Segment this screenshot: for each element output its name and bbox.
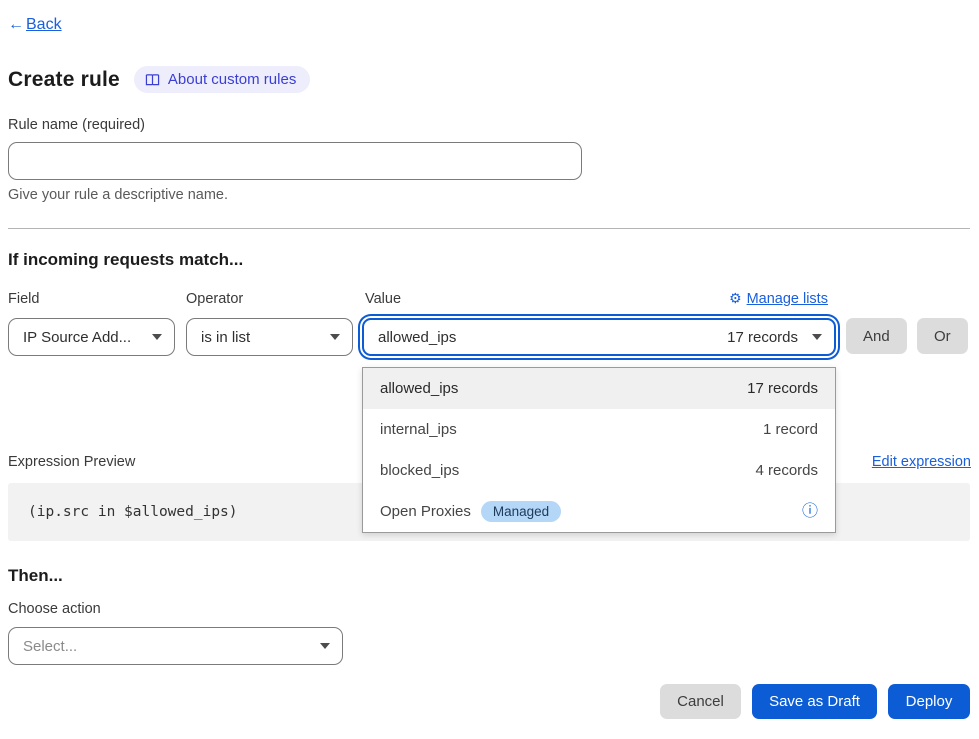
caret-down-icon [320,643,330,649]
field-select-value: IP Source Add... [23,329,131,346]
caret-down-icon [152,334,162,340]
caret-down-icon [330,334,340,340]
and-button[interactable]: And [846,318,907,354]
value-dropdown-panel: allowed_ips 17 records internal_ips 1 re… [362,367,836,533]
value-select-selected: allowed_ips [378,329,456,346]
back-link[interactable]: ←Back [8,16,62,34]
page-title: Create rule [8,68,120,92]
caret-down-icon [812,334,822,340]
or-button[interactable]: Or [917,318,968,354]
rule-name-helper-text: Give your rule a descriptive name. [8,187,228,203]
list-item-name: allowed_ips [380,380,458,397]
value-column-label: Value [365,291,401,307]
list-item-records: 17 records [747,380,818,397]
then-section-heading: Then... [8,566,63,586]
back-arrow-icon: ← [8,16,24,34]
rule-name-input[interactable] [8,142,582,180]
cancel-button[interactable]: Cancel [660,684,741,719]
list-item-records: 1 record [763,421,818,438]
section-divider [8,228,970,229]
title-row: Create rule About custom rules [8,66,310,93]
choose-action-label: Choose action [8,601,101,617]
expression-preview-label: Expression Preview [8,454,135,470]
about-custom-rules-link[interactable]: About custom rules [134,66,310,93]
list-item-open-proxies[interactable]: Open Proxies Managed ⓘ [363,491,835,532]
action-select-placeholder: Select... [23,638,77,655]
back-link-label: Back [26,16,62,34]
managed-badge: Managed [481,501,561,522]
info-icon[interactable]: ⓘ [802,504,818,520]
expression-code: (ip.src in $allowed_ips) [28,504,238,520]
list-item-name: blocked_ips [380,462,459,479]
gear-icon: ⚙ [729,290,742,307]
match-section-heading: If incoming requests match... [8,250,243,270]
value-select-record-count: 17 records [727,329,798,346]
value-select[interactable]: allowed_ips 17 records [362,318,836,356]
field-column-label: Field [8,291,39,307]
list-item-blocked-ips[interactable]: blocked_ips 4 records [363,450,835,491]
list-item-name: internal_ips [380,421,457,438]
list-item-name: Open Proxies [380,503,471,520]
operator-select-value: is in list [201,329,250,346]
manage-lists-link[interactable]: ⚙ Manage lists [729,290,828,307]
about-custom-rules-label: About custom rules [168,71,296,88]
action-select[interactable]: Select... [8,627,343,665]
operator-column-label: Operator [186,291,243,307]
save-as-draft-button[interactable]: Save as Draft [752,684,877,719]
operator-select[interactable]: is in list [186,318,353,356]
list-item-allowed-ips[interactable]: allowed_ips 17 records [363,368,835,409]
book-icon [145,73,160,87]
edit-expression-link[interactable]: Edit expression [872,454,971,470]
rule-name-label: Rule name (required) [8,117,145,133]
list-item-internal-ips[interactable]: internal_ips 1 record [363,409,835,450]
manage-lists-label: Manage lists [747,291,828,307]
list-item-records: 4 records [755,462,818,479]
field-select[interactable]: IP Source Add... [8,318,175,356]
deploy-button[interactable]: Deploy [888,684,970,719]
create-rule-page: ←Back Create rule About custom rules Rul… [0,0,979,739]
